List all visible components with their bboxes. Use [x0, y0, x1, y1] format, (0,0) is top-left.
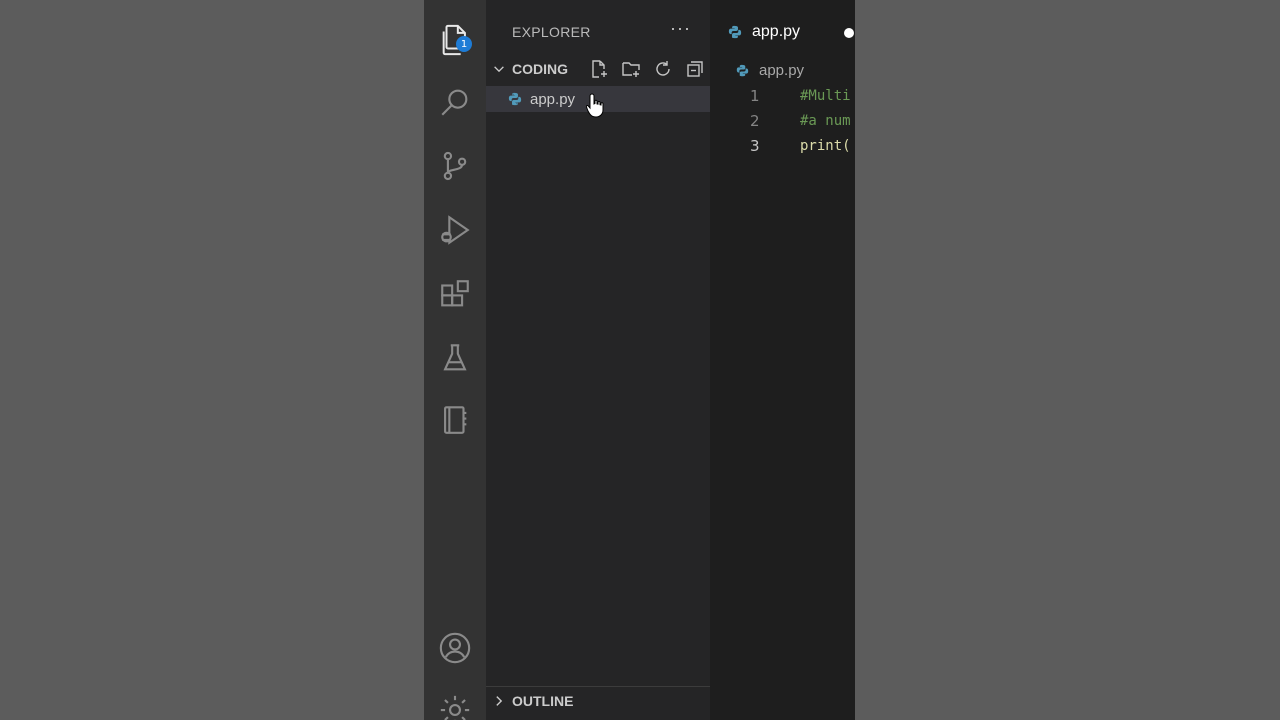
python-icon: [508, 92, 522, 106]
line-number: 2: [750, 111, 760, 130]
python-icon: [728, 25, 742, 39]
line-number: 1: [750, 86, 760, 105]
tab-app-py[interactable]: app.py: [710, 10, 855, 54]
search-icon: [441, 89, 468, 116]
new-folder-icon: [622, 62, 640, 77]
activity-search[interactable]: [424, 78, 486, 126]
source-control-icon: [443, 151, 467, 181]
activity-notebook[interactable]: [424, 396, 486, 444]
folder-name: CODING: [512, 61, 568, 77]
notebook-icon: [444, 406, 467, 434]
gear-icon: [440, 695, 470, 720]
code-text: #a num: [800, 112, 851, 129]
activity-testing[interactable]: [424, 334, 486, 382]
explorer-title: EXPLORER: [512, 24, 591, 40]
code-text: #Multi: [800, 87, 851, 104]
activity-manage[interactable]: [424, 686, 486, 720]
code-editor[interactable]: 1 #Multi 2 #a num 3 print(: [710, 83, 855, 158]
folder-actions: [586, 58, 708, 80]
collapse-all-icon: [687, 61, 703, 77]
breadcrumb: app.py: [710, 58, 804, 82]
editor-area: app.py app.py 1 #Multi 2 #a num 3 print(: [710, 0, 855, 720]
new-folder-button[interactable]: [618, 58, 644, 80]
hand-cursor-icon: [586, 93, 604, 118]
code-line: 3 print(: [710, 133, 855, 158]
account-icon: [439, 632, 471, 664]
more-actions-button[interactable]: ···: [670, 18, 691, 39]
tab-label: app.py: [752, 23, 801, 40]
run-debug-icon: [441, 215, 470, 245]
activity-source-control[interactable]: [424, 142, 486, 190]
activity-explorer[interactable]: 1: [424, 16, 486, 64]
vscode-window: 1 EXPLORER ··· CODING app.py OUTLINE app…: [424, 0, 855, 720]
refresh-button[interactable]: [650, 58, 676, 80]
activity-accounts[interactable]: [424, 624, 486, 672]
chevron-down-icon: [494, 66, 504, 73]
activity-bar: 1: [424, 0, 486, 720]
outline-section-header[interactable]: OUTLINE: [486, 686, 710, 715]
outline-label: OUTLINE: [512, 693, 574, 709]
new-file-button[interactable]: [586, 58, 612, 80]
breadcrumb-item[interactable]: app.py: [759, 62, 804, 79]
flask-icon: [443, 344, 467, 371]
collapse-all-button[interactable]: [682, 58, 708, 80]
file-name: app.py: [530, 90, 576, 108]
tab-bar: app.py: [710, 0, 855, 56]
chevron-right-icon: [496, 696, 503, 706]
refresh-icon: [656, 61, 670, 76]
activity-extensions[interactable]: [424, 270, 486, 318]
python-icon: [736, 64, 749, 76]
unsaved-indicator[interactable]: [844, 28, 854, 38]
line-number: 3: [750, 136, 760, 155]
activity-run-debug[interactable]: [424, 206, 486, 254]
extensions-icon: [441, 280, 469, 307]
code-line: 1 #Multi: [710, 83, 855, 108]
new-file-icon: [592, 60, 607, 78]
explorer-badge: 1: [456, 36, 472, 52]
code-text: print(: [800, 137, 851, 154]
code-line: 2 #a num: [710, 108, 855, 133]
